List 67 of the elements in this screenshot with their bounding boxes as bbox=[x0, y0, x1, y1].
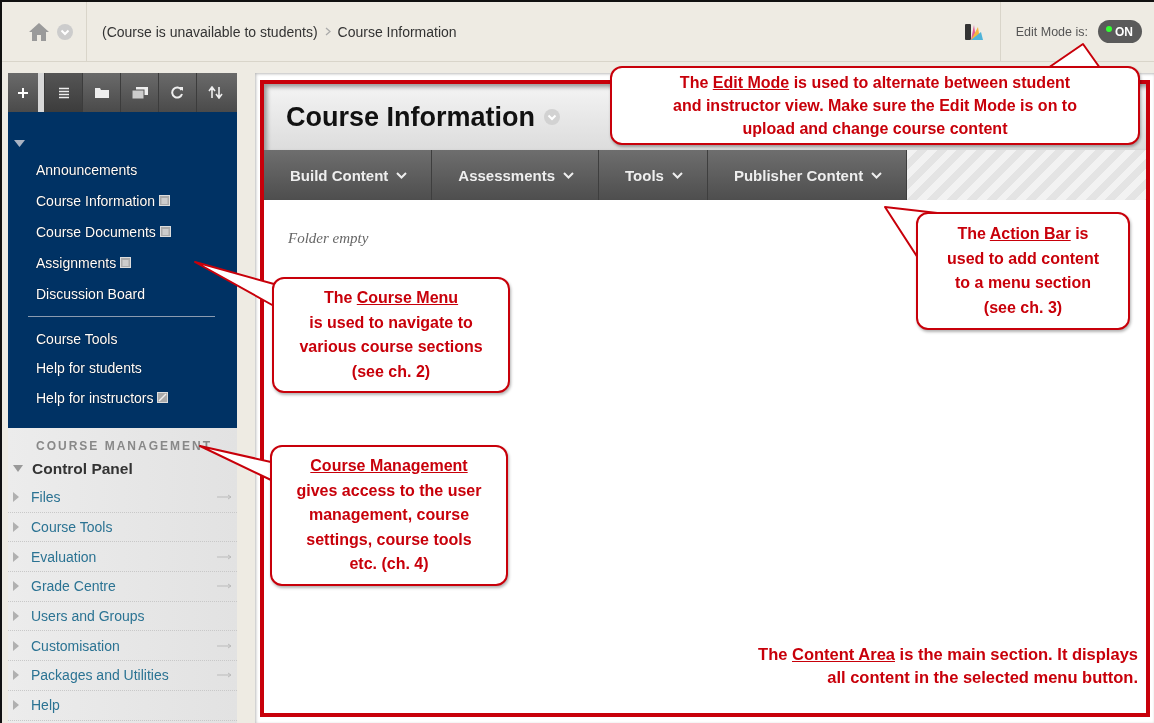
menu-link[interactable]: Packages and Utilities bbox=[31, 667, 205, 684]
empty-message: Folder empty bbox=[288, 230, 369, 247]
expand-triangle-icon[interactable] bbox=[13, 640, 19, 651]
menu-button[interactable]: Tools bbox=[599, 150, 708, 200]
menu-link[interactable]: Help bbox=[31, 697, 237, 714]
arrow-right-icon[interactable] bbox=[217, 553, 233, 560]
menu-link[interactable]: Help for instructors bbox=[36, 383, 169, 413]
edit-mode-label: Edit Mode is: bbox=[1015, 24, 1088, 39]
menu-link[interactable]: Users and Groups bbox=[31, 608, 237, 625]
home-icon[interactable] bbox=[28, 21, 50, 42]
menu-link[interactable]: Evaluation bbox=[31, 548, 205, 565]
callout-text: The Edit Mode is used to alternate between student and instructor view. Make sure the Edit Mode is on to upload and change course content bbox=[672, 73, 1078, 139]
menu-link[interactable]: Assignments bbox=[36, 247, 132, 278]
chevron-icon bbox=[324, 27, 331, 36]
menu-link[interactable]: Customisation bbox=[31, 637, 205, 654]
menu-link[interactable]: Course Tools bbox=[36, 324, 118, 354]
page-icon bbox=[159, 226, 171, 237]
caret-icon[interactable] bbox=[14, 139, 25, 147]
stack-icon bbox=[131, 86, 148, 99]
callout-text: Course Management gives access to the user management, course settings, course tools etc. (ch. 4) bbox=[295, 456, 483, 574]
page-icon bbox=[120, 257, 132, 268]
menu-button[interactable]: Build Content bbox=[264, 150, 433, 200]
menu-link[interactable]: Discussion Board bbox=[36, 278, 145, 309]
arrow-right-icon[interactable] bbox=[217, 494, 233, 501]
menu-link[interactable]: Course Tools bbox=[31, 519, 237, 536]
control-panel-title: Control Panel bbox=[32, 460, 133, 478]
menu-link[interactable]: Grade Centre bbox=[31, 578, 205, 595]
expand-triangle-icon[interactable] bbox=[13, 611, 19, 622]
expand-triangle-icon[interactable] bbox=[13, 522, 19, 533]
chevron-circle-icon[interactable] bbox=[56, 22, 74, 41]
breadcrumb-item[interactable]: (Course is unavailable to students) bbox=[102, 23, 318, 40]
arrow-right-icon[interactable] bbox=[217, 672, 233, 679]
section-heading: COURSE MANAGEMENT bbox=[35, 439, 213, 455]
folder-icon bbox=[94, 87, 109, 98]
arrow-right-icon[interactable] bbox=[217, 583, 233, 590]
refresh-icon bbox=[171, 86, 184, 99]
breadcrumb-item: Course Information bbox=[337, 23, 457, 40]
callout-text: The Action Bar is used to add content to a menu section (see ch. 3) bbox=[946, 224, 1100, 318]
chevron-down-icon bbox=[563, 171, 575, 179]
menu-link[interactable]: Course Information bbox=[36, 185, 171, 216]
expand-triangle-icon[interactable] bbox=[13, 700, 19, 711]
menu-link[interactable]: Course Documents bbox=[36, 216, 171, 247]
plus-icon bbox=[17, 86, 29, 99]
menu-link[interactable]: Help for students bbox=[36, 353, 142, 383]
expand-triangle-icon[interactable] bbox=[13, 492, 19, 503]
toolbar-button[interactable] bbox=[44, 73, 82, 112]
callout-text: The Course Menu is used to navigate to various course sections (see ch. 2) bbox=[298, 288, 484, 382]
expand-triangle-icon[interactable] bbox=[13, 670, 19, 681]
link-icon bbox=[157, 392, 169, 404]
chevron-down-icon bbox=[871, 171, 883, 179]
chevron-circle-icon[interactable] bbox=[543, 108, 561, 126]
expand-triangle-icon[interactable] bbox=[13, 581, 19, 592]
edit-mode-toggle[interactable]: ON bbox=[1098, 20, 1142, 43]
color-swatch-icon[interactable] bbox=[964, 22, 983, 41]
chevron-down-icon bbox=[671, 171, 683, 179]
arrow-right-icon[interactable] bbox=[217, 642, 233, 649]
page-icon bbox=[159, 195, 171, 206]
menu-link[interactable]: Announcements bbox=[36, 154, 138, 185]
sort-icon bbox=[208, 86, 223, 99]
list-icon bbox=[57, 86, 70, 99]
annotation-text: The Content Area is the main section. It displays all content in the selected menu button. bbox=[758, 643, 1139, 688]
menu-link[interactable]: Files bbox=[31, 489, 205, 506]
expand-triangle-icon[interactable] bbox=[13, 551, 19, 562]
menu-button[interactable]: Publisher Content bbox=[707, 150, 908, 200]
page-title: Course Information bbox=[286, 101, 535, 133]
menu-button[interactable]: Assessments bbox=[432, 150, 600, 200]
chevron-down-icon bbox=[396, 171, 408, 179]
